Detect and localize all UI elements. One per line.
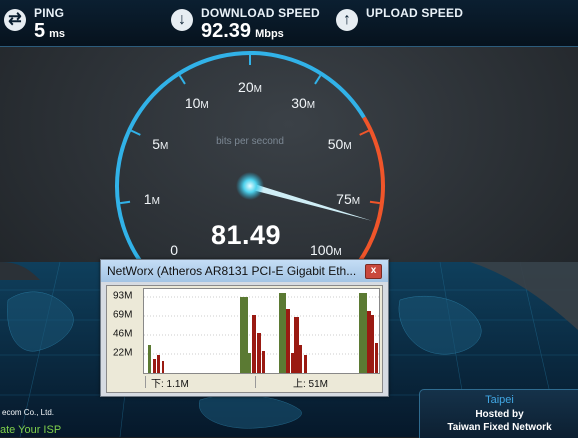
swap-arrows-icon: ⇄ bbox=[4, 9, 26, 31]
networx-title: NetWorx (Atheros AR8131 PCI-E Gigabit Et… bbox=[107, 264, 357, 278]
gauge-tick-label: 30M bbox=[291, 94, 316, 111]
gauge-tick-label: 1M bbox=[143, 190, 160, 207]
traffic-bar bbox=[157, 355, 160, 373]
close-icon: x bbox=[370, 265, 377, 276]
traffic-bar bbox=[252, 315, 256, 373]
traffic-bar bbox=[299, 345, 302, 373]
status-separator bbox=[145, 376, 146, 388]
networx-graph-panel: 93M 69M 46M 22M 下: 1.1M 上: 51M bbox=[106, 285, 383, 393]
isp-corner: ecom Co., Ltd. ate Your ISP bbox=[0, 402, 80, 437]
networx-window[interactable]: NetWorx (Atheros AR8131 PCI-E Gigabit Et… bbox=[100, 259, 389, 397]
networx-status: 下: 1.1M 上: 51M bbox=[107, 374, 382, 390]
traffic-bar bbox=[359, 293, 367, 373]
y-label-46m: 46M bbox=[113, 328, 133, 340]
speed-readout: 81.49 bbox=[210, 220, 282, 250]
upload-value bbox=[366, 20, 370, 43]
traffic-bar bbox=[367, 311, 371, 373]
gauge-tick-label: 5M bbox=[152, 136, 169, 153]
status-separator bbox=[255, 376, 256, 388]
graph-gridlines bbox=[144, 296, 379, 355]
download-arrow-icon: ↓ bbox=[171, 9, 193, 31]
results-bar: ⇄ PING 5 ms ↓ DOWNLOAD SPEED 92.39 Mbps ↑ … bbox=[0, 0, 578, 47]
gauge-tick-label: 10M bbox=[184, 94, 209, 111]
gauge-tick-label: 75M bbox=[336, 190, 361, 207]
upload-label: UPLOAD SPEED bbox=[366, 6, 464, 20]
download-rate: 下: 1.1M bbox=[151, 379, 189, 390]
gauge-tick-label: 20M bbox=[238, 79, 262, 95]
gauge-tick-label: 50M bbox=[327, 136, 352, 153]
traffic-bar bbox=[291, 353, 294, 373]
traffic-bar bbox=[375, 343, 378, 373]
speedtest-app: ⇄ PING 5 ms ↓ DOWNLOAD SPEED 92.39 Mbps ↑ … bbox=[0, 0, 578, 438]
traffic-bar bbox=[257, 333, 261, 373]
gauge-tick-label: 100M bbox=[309, 241, 342, 258]
upload-rate: 上: 51M bbox=[293, 379, 329, 390]
gauge-hub bbox=[236, 172, 264, 200]
traffic-bar bbox=[294, 317, 299, 373]
y-label-22m: 22M bbox=[113, 347, 133, 359]
isp-company: ecom Co., Ltd. bbox=[2, 408, 55, 417]
upload-arrow-icon: ↑ bbox=[336, 9, 358, 31]
traffic-bar bbox=[240, 297, 248, 373]
traffic-bar bbox=[162, 361, 164, 373]
rate-isp-link[interactable]: ate Your ISP bbox=[0, 424, 61, 436]
traffic-bar bbox=[304, 355, 307, 373]
traffic-bar bbox=[153, 359, 156, 373]
y-label-93m: 93M bbox=[113, 290, 133, 302]
traffic-bar bbox=[371, 315, 374, 373]
gauge-tick-mark bbox=[119, 200, 131, 205]
traffic-graph bbox=[143, 288, 380, 374]
ping-value: 5 ms bbox=[34, 20, 66, 42]
download-value: 92.39 Mbps bbox=[201, 20, 284, 42]
traffic-bars bbox=[148, 293, 378, 373]
traffic-bar bbox=[148, 345, 151, 373]
y-label-69m: 69M bbox=[113, 309, 133, 321]
traffic-bar bbox=[248, 353, 251, 373]
traffic-bar bbox=[286, 309, 290, 373]
gauge-tick-mark bbox=[369, 200, 381, 205]
gauge-tick-label: 0 bbox=[170, 241, 179, 258]
traffic-bar bbox=[279, 293, 286, 373]
download-unit: Mbps bbox=[255, 28, 284, 40]
download-label: DOWNLOAD SPEED bbox=[201, 6, 320, 20]
ping-label: PING bbox=[34, 6, 65, 20]
gauge-caption: bits per second bbox=[216, 136, 284, 147]
ping-unit: ms bbox=[49, 28, 66, 40]
networx-titlebar[interactable]: NetWorx (Atheros AR8131 PCI-E Gigabit Et… bbox=[101, 260, 388, 282]
server-city: Taipei bbox=[485, 394, 514, 406]
server-name: Taiwan Fixed Network bbox=[447, 422, 552, 433]
traffic-bar bbox=[262, 351, 265, 373]
server-hosted-by: Hosted by bbox=[475, 409, 524, 420]
server-info[interactable]: Taipei Hosted by Taiwan Fixed Network bbox=[419, 389, 578, 438]
close-button[interactable]: x bbox=[365, 264, 382, 279]
